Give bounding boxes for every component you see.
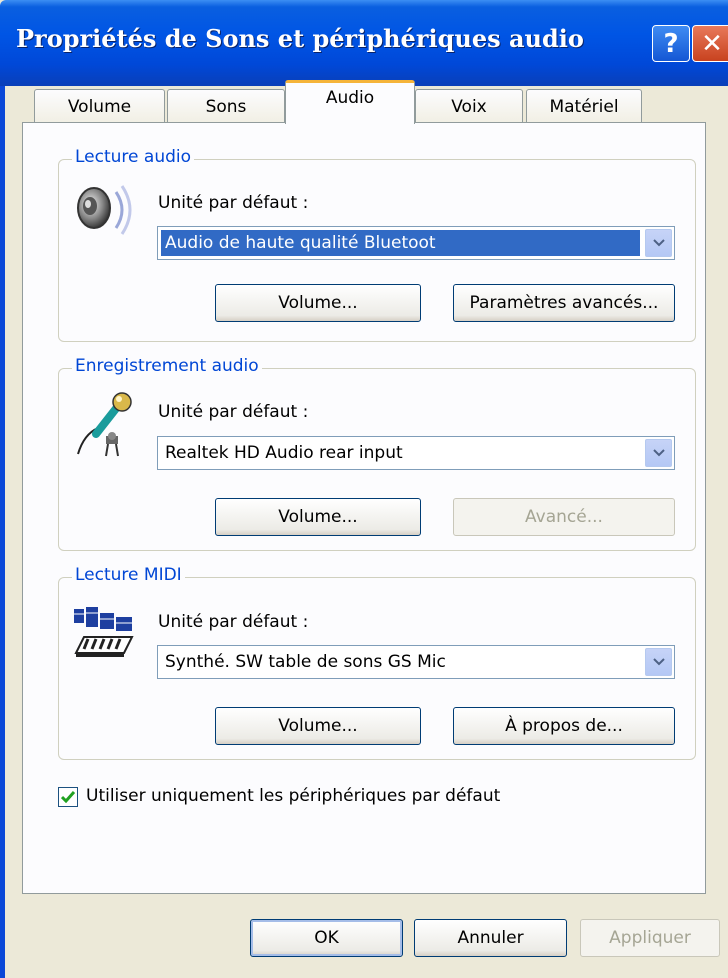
recording-device-select[interactable]: Realtek HD Audio rear input [157, 436, 675, 470]
default-only-label[interactable]: Utiliser uniquement les périphériques pa… [86, 786, 500, 806]
tab-voix[interactable]: Voix [415, 89, 523, 123]
default-only-checkbox[interactable] [58, 787, 78, 807]
window-title: Propriétés de Sons et périphériques audi… [16, 24, 584, 53]
recording-device-value: Realtek HD Audio rear input [165, 443, 403, 463]
cancel-button[interactable]: Annuler [414, 919, 567, 957]
chevron-down-icon[interactable] [645, 439, 672, 467]
checkmark-icon [61, 791, 75, 803]
tab-volume[interactable]: Volume [34, 89, 165, 123]
chevron-down-icon[interactable] [645, 648, 672, 676]
recording-volume-button[interactable]: Volume... [215, 498, 421, 536]
midi-device-value: Synthé. SW table de sons GS Mic [165, 652, 446, 672]
midi-keyboard-icon [72, 605, 136, 661]
midi-device-select[interactable]: Synthé. SW table de sons GS Mic [157, 645, 675, 679]
playback-device-value: Audio de haute qualité Bluetoot [161, 230, 640, 256]
speaker-icon [70, 178, 134, 242]
playback-device-select[interactable]: Audio de haute qualité Bluetoot [157, 226, 675, 260]
window-border [0, 86, 5, 978]
question-mark-icon: ? [663, 28, 679, 59]
help-button[interactable]: ? [652, 25, 690, 62]
tab-sons[interactable]: Sons [167, 89, 285, 123]
group-title-recording: Enregistrement audio [72, 356, 262, 376]
playback-volume-button[interactable]: Volume... [215, 284, 421, 322]
playback-advanced-button[interactable]: Paramètres avancés... [453, 284, 675, 322]
group-title-midi: Lecture MIDI [72, 565, 185, 585]
tab-materiel[interactable]: Matériel [526, 89, 642, 123]
group-title-playback: Lecture audio [72, 147, 195, 167]
chevron-down-icon[interactable] [645, 229, 672, 257]
microphone-icon [70, 390, 134, 460]
close-button[interactable]: ✕ [692, 25, 728, 62]
close-icon: ✕ [701, 28, 723, 59]
tab-audio[interactable]: Audio [285, 80, 415, 124]
midi-about-button[interactable]: À propos de... [453, 707, 675, 745]
recording-advanced-button[interactable]: Avancé... [453, 498, 675, 536]
midi-device-label: Unité par défaut : [158, 612, 309, 632]
apply-button[interactable]: Appliquer [580, 919, 720, 957]
recording-device-label: Unité par défaut : [158, 402, 309, 422]
midi-volume-button[interactable]: Volume... [215, 707, 421, 745]
playback-device-label: Unité par défaut : [158, 193, 309, 213]
ok-button[interactable]: OK [250, 919, 403, 957]
